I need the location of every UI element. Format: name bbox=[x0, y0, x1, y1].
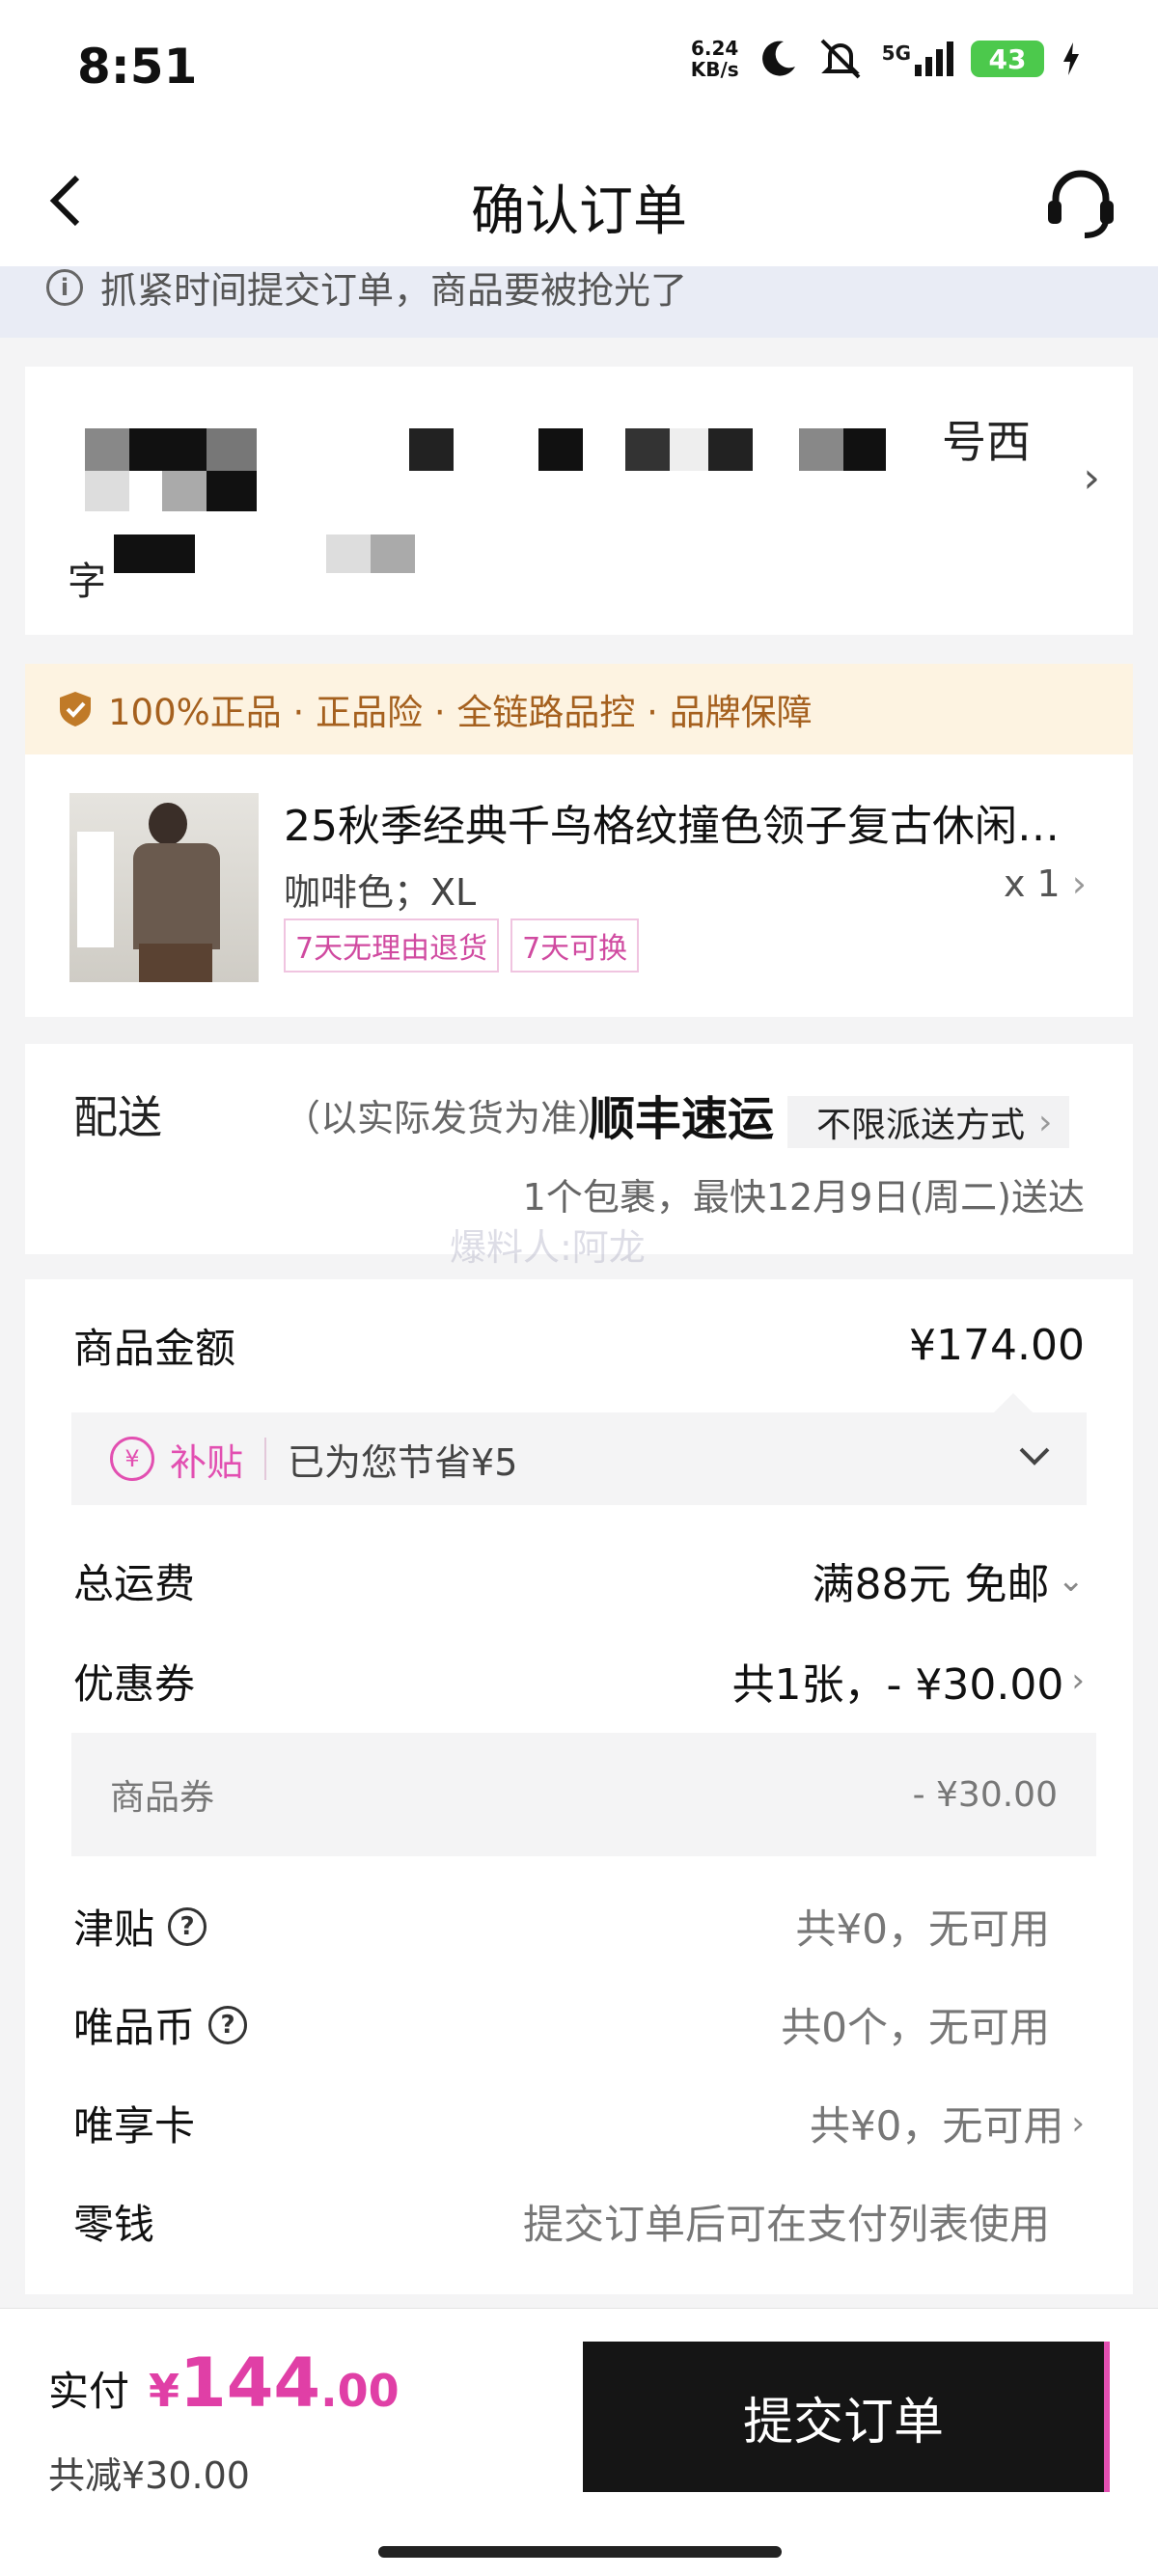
page-title: 确认订单 bbox=[471, 180, 687, 243]
exchange-policy-tag: 7天可换 bbox=[510, 918, 640, 973]
mute-bell-icon bbox=[820, 39, 861, 79]
guarantee-bar: 100%正品 · 正品险 · 全链路品控 · 品牌保障 bbox=[25, 664, 1133, 754]
change-label: 零钱 bbox=[73, 2201, 155, 2248]
quantity-text: x 1 bbox=[1003, 863, 1061, 905]
coin-row: 唯品币 ? 共0个，无可用 bbox=[73, 1995, 1085, 2054]
allowance-value: 共¥0，无可用 bbox=[795, 1905, 1050, 1953]
vip-card-value-wrap: 共¥0，无可用 › bbox=[810, 2094, 1085, 2152]
pay-label: 实付 bbox=[48, 2368, 130, 2415]
chevron-right-icon: › bbox=[1071, 1661, 1085, 1700]
price-breakdown-card: 商品金额 ¥174.00 ¥ 补贴 已为您节省¥5 总运费 满88元 免邮 ⌄ … bbox=[25, 1279, 1133, 2294]
return-policy-tag: 7天无理由退货 bbox=[284, 918, 500, 973]
watermark: 爆料人:阿龙 bbox=[450, 1226, 646, 1269]
coupon-value-wrap: 共1张，- ¥30.00 › bbox=[732, 1650, 1085, 1712]
shipping-label: 总运费 bbox=[73, 1559, 196, 1607]
status-time: 8:51 bbox=[77, 39, 198, 95]
coupon-label: 优惠券 bbox=[73, 1659, 196, 1708]
pay-amount: ¥ 144 .00 bbox=[149, 2343, 400, 2423]
goods-amount-value: ¥174.00 bbox=[909, 1321, 1085, 1370]
headset-icon bbox=[1048, 170, 1114, 238]
customer-service-button[interactable] bbox=[1042, 164, 1119, 241]
battery-indicator: 43 bbox=[971, 41, 1044, 77]
coin-label-wrap: 唯品币 ? bbox=[73, 1995, 248, 2054]
address-tail-text: 号西 bbox=[942, 416, 1031, 468]
checkout-bar: 实付 ¥ 144 .00 共减¥30.00 提交订单 bbox=[0, 2308, 1158, 2576]
status-bar: 8:51 6.24 KB/s 5G 43 bbox=[0, 0, 1158, 135]
chevron-down-icon: ⌄ bbox=[1057, 1561, 1086, 1600]
nav-bar: 确认订单 bbox=[0, 135, 1158, 270]
product-spec: 咖啡色；XL bbox=[284, 871, 477, 914]
yen-coin-icon: ¥ bbox=[110, 1437, 154, 1481]
chevron-right-icon: › bbox=[1038, 1102, 1053, 1142]
product-tags: 7天无理由退货 7天可换 bbox=[284, 918, 640, 973]
subsidy-text: 已为您节省¥5 bbox=[288, 1440, 518, 1484]
redacted-address bbox=[85, 428, 886, 573]
product-card[interactable]: 25秋季经典千鸟格纹撞色领子复古休闲夹克 咖啡色；XL x 1 › 7天无理由退… bbox=[25, 754, 1133, 1017]
goods-amount-label: 商品金额 bbox=[73, 1325, 236, 1372]
goods-amount-row: 商品金额 ¥174.00 bbox=[73, 1316, 1085, 1375]
delivery-note: （以实际发货为准） bbox=[284, 1097, 615, 1139]
vip-card-value: 共¥0，无可用 bbox=[809, 2102, 1064, 2150]
tip-text: 抓紧时间提交订单，商品要被抢光了 bbox=[100, 269, 688, 312]
delivery-method-label: 不限派送方式 bbox=[816, 1106, 1026, 1145]
allowance-label-wrap: 津贴 ? bbox=[73, 1897, 207, 1956]
coupon-value: 共1张，- ¥30.00 bbox=[731, 1660, 1064, 1710]
net-speed-unit: KB/s bbox=[690, 58, 739, 81]
status-icons: 6.24 KB/s 5G 43 bbox=[691, 37, 1081, 81]
moon-icon bbox=[761, 41, 795, 76]
product-image[interactable] bbox=[69, 793, 259, 982]
address-tail-text-2: 字 bbox=[68, 560, 106, 604]
coupon-item-name: 商品券 bbox=[110, 1778, 215, 1818]
delivery-label: 配送 bbox=[73, 1091, 162, 1143]
address-card[interactable]: 号西 字 › bbox=[25, 367, 1133, 635]
home-indicator[interactable] bbox=[378, 2546, 782, 2558]
net-speed: 6.24 KB/s bbox=[691, 38, 739, 80]
help-icon[interactable]: ? bbox=[168, 1906, 207, 1946]
shield-check-icon bbox=[60, 692, 91, 726]
net-speed-value: 6.24 bbox=[691, 37, 739, 60]
total-discount: 共减¥30.00 bbox=[48, 2454, 250, 2497]
info-icon: i bbox=[46, 268, 83, 306]
signal-5g: 5G bbox=[882, 41, 953, 76]
pay-decimal: .00 bbox=[320, 2365, 400, 2417]
allowance-row: 津贴 ? 共¥0，无可用 bbox=[73, 1897, 1085, 1956]
tip-banner: i 抓紧时间提交订单，商品要被抢光了 bbox=[0, 266, 1158, 338]
vip-card-label: 唯享卡 bbox=[73, 2102, 196, 2150]
guarantee-text: 100%正品 · 正品险 · 全链路品控 · 品牌保障 bbox=[108, 692, 813, 733]
shipping-row[interactable]: 总运费 满88元 免邮 ⌄ bbox=[73, 1549, 1085, 1611]
shipping-value-wrap: 满88元 免邮 ⌄ bbox=[813, 1549, 1085, 1611]
delivery-carrier: 顺丰速运 bbox=[589, 1092, 775, 1146]
product-title: 25秋季经典千鸟格纹撞色领子复古休闲夹克 bbox=[284, 802, 1075, 851]
subsidy-panel[interactable]: ¥ 补贴 已为您节省¥5 bbox=[71, 1393, 1087, 1505]
delivery-card: 配送 （以实际发货为准） 顺丰速运 不限派送方式 › 1个包裹，最快12月9日(… bbox=[25, 1044, 1133, 1269]
help-icon[interactable]: ? bbox=[208, 2005, 248, 2044]
product-quantity: x 1 › bbox=[1004, 863, 1087, 905]
pay-integer: 144 bbox=[179, 2343, 321, 2423]
pay-currency: ¥ bbox=[149, 2365, 180, 2417]
coupon-detail: 商品券 - ¥30.00 bbox=[71, 1733, 1096, 1856]
network-type: 5G bbox=[881, 41, 911, 65]
divider bbox=[264, 1438, 267, 1480]
coupon-item-amount: - ¥30.00 bbox=[912, 1774, 1058, 1815]
chevron-right-icon: › bbox=[1071, 2103, 1085, 2143]
vip-card-row[interactable]: 唯享卡 共¥0，无可用 › bbox=[73, 2094, 1085, 2152]
chevron-down-icon bbox=[1019, 1447, 1050, 1466]
coin-value: 共0个，无可用 bbox=[781, 2004, 1050, 2051]
delivery-method-button[interactable]: 不限派送方式 › bbox=[787, 1096, 1070, 1148]
chevron-right-icon: › bbox=[1071, 863, 1087, 905]
coupon-row[interactable]: 优惠券 共1张，- ¥30.00 › bbox=[73, 1650, 1085, 1712]
subsidy-label: 补贴 bbox=[170, 1440, 244, 1484]
shipping-value: 满88元 免邮 bbox=[812, 1560, 1050, 1609]
submit-order-button[interactable]: 提交订单 bbox=[583, 2342, 1110, 2492]
allowance-label: 津贴 bbox=[73, 1905, 155, 1953]
chevron-right-icon: › bbox=[1083, 453, 1100, 503]
change-row: 零钱 提交订单后可在支付列表使用 bbox=[73, 2192, 1085, 2251]
subsidy-notch bbox=[994, 1393, 1033, 1412]
charging-icon bbox=[1063, 42, 1079, 75]
delivery-eta: 1个包裹，最快12月9日(周二)送达 bbox=[522, 1176, 1085, 1219]
coin-label: 唯品币 bbox=[73, 2004, 196, 2051]
change-value: 提交订单后可在支付列表使用 bbox=[522, 2201, 1050, 2248]
